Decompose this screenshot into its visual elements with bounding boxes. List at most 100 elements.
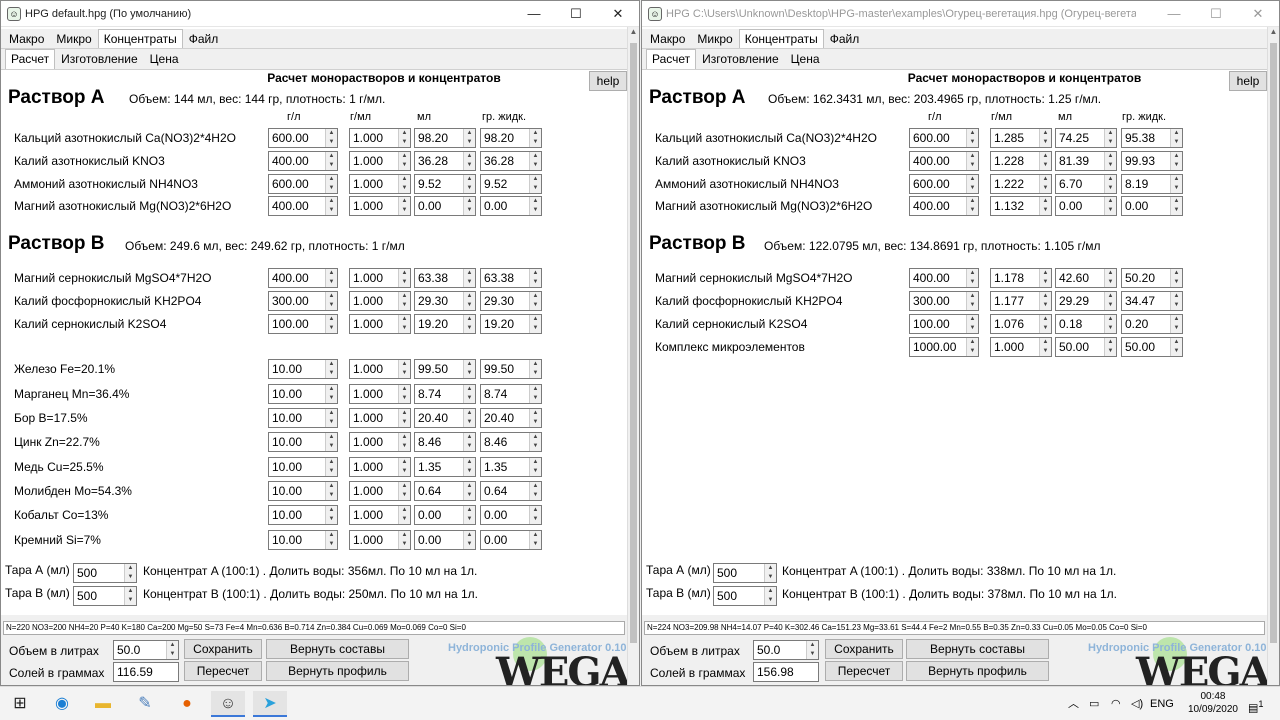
- tab-micro[interactable]: Микро: [691, 29, 738, 48]
- gl-input[interactable]: 10.00 ▲ ▼: [268, 384, 338, 404]
- hpg-window-right[interactable]: ☺ HPG C:\Users\Unknown\Desktop\HPG-maste…: [641, 0, 1280, 686]
- edge-browser-icon[interactable]: ◉: [45, 691, 79, 717]
- gr-input[interactable]: 0.00 ▲ ▼: [480, 505, 542, 525]
- gr-input[interactable]: 34.47 ▲ ▼: [1121, 291, 1183, 311]
- file-explorer-icon[interactable]: ▬: [86, 691, 120, 717]
- gl-input[interactable]: 400.00 ▲ ▼: [268, 196, 338, 216]
- minimize-icon[interactable]: —: [1153, 1, 1195, 27]
- gml-input[interactable]: 1.000 ▲ ▼: [349, 314, 411, 334]
- ml-input[interactable]: 0.00 ▲ ▼: [414, 505, 476, 525]
- gml-input[interactable]: 1.000 ▲ ▼: [349, 457, 411, 477]
- ml-input[interactable]: 74.25 ▲ ▼: [1055, 128, 1117, 148]
- gl-input[interactable]: 600.00 ▲ ▼: [268, 128, 338, 148]
- gl-input[interactable]: 100.00 ▲ ▼: [909, 314, 979, 334]
- gr-input[interactable]: 99.50 ▲ ▼: [480, 359, 542, 379]
- gml-input[interactable]: 1.000 ▲ ▼: [349, 151, 411, 171]
- gml-input[interactable]: 1.000 ▲ ▼: [349, 174, 411, 194]
- gml-input[interactable]: 1.000 ▲ ▼: [990, 337, 1052, 357]
- restore-compositions-button[interactable]: Вернуть составы: [906, 639, 1049, 659]
- ml-input[interactable]: 29.30 ▲ ▼: [414, 291, 476, 311]
- gml-input[interactable]: 1.000 ▲ ▼: [349, 128, 411, 148]
- gml-input[interactable]: 1.000 ▲ ▼: [349, 530, 411, 550]
- gml-input[interactable]: 1.000 ▲ ▼: [349, 359, 411, 379]
- clock[interactable]: 00:48 10/09/2020: [1188, 690, 1238, 716]
- tara-b-input[interactable]: 500 ▲ ▼: [713, 586, 777, 606]
- hpg-window-left[interactable]: ☺ HPG default.hpg (По умолчанию) — ☐ ✕ М…: [0, 0, 640, 686]
- ml-input[interactable]: 19.20 ▲ ▼: [414, 314, 476, 334]
- gml-input[interactable]: 1.000 ▲ ▼: [349, 432, 411, 452]
- gr-input[interactable]: 0.64 ▲ ▼: [480, 481, 542, 501]
- ml-input[interactable]: 6.70 ▲ ▼: [1055, 174, 1117, 194]
- gr-input[interactable]: 20.40 ▲ ▼: [480, 408, 542, 428]
- tab-macro[interactable]: Макро: [3, 29, 50, 48]
- gl-input[interactable]: 300.00 ▲ ▼: [268, 291, 338, 311]
- gr-input[interactable]: 29.30 ▲ ▼: [480, 291, 542, 311]
- ml-input[interactable]: 81.39 ▲ ▼: [1055, 151, 1117, 171]
- tab-file[interactable]: Файл: [824, 29, 866, 48]
- restore-profile-button[interactable]: Вернуть профиль: [266, 661, 409, 681]
- gl-input[interactable]: 10.00 ▲ ▼: [268, 481, 338, 501]
- gml-input[interactable]: 1.000 ▲ ▼: [349, 268, 411, 288]
- gml-input[interactable]: 1.132 ▲ ▼: [990, 196, 1052, 216]
- gl-input[interactable]: 400.00 ▲ ▼: [268, 268, 338, 288]
- gr-input[interactable]: 0.00 ▲ ▼: [480, 196, 542, 216]
- gr-input[interactable]: 9.52 ▲ ▼: [480, 174, 542, 194]
- tab-file[interactable]: Файл: [183, 29, 225, 48]
- title-bar[interactable]: ☺ HPG C:\Users\Unknown\Desktop\HPG-maste…: [642, 1, 1279, 27]
- gr-input[interactable]: 99.93 ▲ ▼: [1121, 151, 1183, 171]
- gml-input[interactable]: 1.000 ▲ ▼: [349, 408, 411, 428]
- close-icon[interactable]: ✕: [1237, 1, 1279, 27]
- restore-compositions-button[interactable]: Вернуть составы: [266, 639, 409, 659]
- gr-input[interactable]: 0.00 ▲ ▼: [480, 530, 542, 550]
- gr-input[interactable]: 95.38 ▲ ▼: [1121, 128, 1183, 148]
- tray-chevron-icon[interactable]: ︿: [1068, 687, 1079, 720]
- ml-input[interactable]: 0.18 ▲ ▼: [1055, 314, 1117, 334]
- ml-input[interactable]: 20.40 ▲ ▼: [414, 408, 476, 428]
- tab-price[interactable]: Цена: [785, 49, 826, 69]
- restore-profile-button[interactable]: Вернуть профиль: [906, 661, 1049, 681]
- gml-input[interactable]: 1.000 ▲ ▼: [349, 384, 411, 404]
- gr-input[interactable]: 63.38 ▲ ▼: [480, 268, 542, 288]
- gl-input[interactable]: 10.00 ▲ ▼: [268, 457, 338, 477]
- gr-input[interactable]: 0.00 ▲ ▼: [1121, 196, 1183, 216]
- ml-input[interactable]: 0.64 ▲ ▼: [414, 481, 476, 501]
- ml-input[interactable]: 36.28 ▲ ▼: [414, 151, 476, 171]
- volume-input[interactable]: 50.0 ▲ ▼: [113, 640, 179, 660]
- save-button[interactable]: Сохранить: [825, 639, 903, 659]
- salts-input[interactable]: 116.59: [113, 662, 179, 682]
- ml-input[interactable]: 29.29 ▲ ▼: [1055, 291, 1117, 311]
- language-indicator[interactable]: ENG: [1150, 687, 1174, 720]
- ml-input[interactable]: 0.00 ▲ ▼: [414, 530, 476, 550]
- recalc-button[interactable]: Пересчет: [825, 661, 903, 681]
- scrollbar[interactable]: ▲: [1267, 27, 1279, 685]
- gr-input[interactable]: 0.20 ▲ ▼: [1121, 314, 1183, 334]
- maximize-icon[interactable]: ☐: [1195, 1, 1237, 27]
- gr-input[interactable]: 8.74 ▲ ▼: [480, 384, 542, 404]
- help-button[interactable]: help: [589, 71, 627, 91]
- gl-input[interactable]: 10.00 ▲ ▼: [268, 505, 338, 525]
- gl-input[interactable]: 400.00 ▲ ▼: [909, 151, 979, 171]
- ml-input[interactable]: 63.38 ▲ ▼: [414, 268, 476, 288]
- tab-manufacture[interactable]: Изготовление: [55, 49, 143, 69]
- gl-input[interactable]: 1000.00 ▲ ▼: [909, 337, 979, 357]
- gml-input[interactable]: 1.000 ▲ ▼: [349, 196, 411, 216]
- gr-input[interactable]: 36.28 ▲ ▼: [480, 151, 542, 171]
- gr-input[interactable]: 1.35 ▲ ▼: [480, 457, 542, 477]
- tara-a-input[interactable]: 500 ▲ ▼: [713, 563, 777, 583]
- tab-concentrates[interactable]: Концентраты: [738, 29, 824, 48]
- gl-input[interactable]: 300.00 ▲ ▼: [909, 291, 979, 311]
- tab-price[interactable]: Цена: [144, 49, 185, 69]
- notifications-icon[interactable]: ▤1: [1248, 687, 1264, 720]
- gml-input[interactable]: 1.222 ▲ ▼: [990, 174, 1052, 194]
- gr-input[interactable]: 19.20 ▲ ▼: [480, 314, 542, 334]
- gr-input[interactable]: 50.20 ▲ ▼: [1121, 268, 1183, 288]
- gml-input[interactable]: 1.177 ▲ ▼: [990, 291, 1052, 311]
- gl-input[interactable]: 10.00 ▲ ▼: [268, 432, 338, 452]
- hpg-app-icon[interactable]: ☺: [211, 691, 245, 717]
- gl-input[interactable]: 600.00 ▲ ▼: [268, 174, 338, 194]
- ml-input[interactable]: 1.35 ▲ ▼: [414, 457, 476, 477]
- volume-icon[interactable]: ◁): [1131, 687, 1143, 720]
- gl-input[interactable]: 600.00 ▲ ▼: [909, 128, 979, 148]
- gml-input[interactable]: 1.178 ▲ ▼: [990, 268, 1052, 288]
- scrollbar[interactable]: ▲: [627, 27, 639, 685]
